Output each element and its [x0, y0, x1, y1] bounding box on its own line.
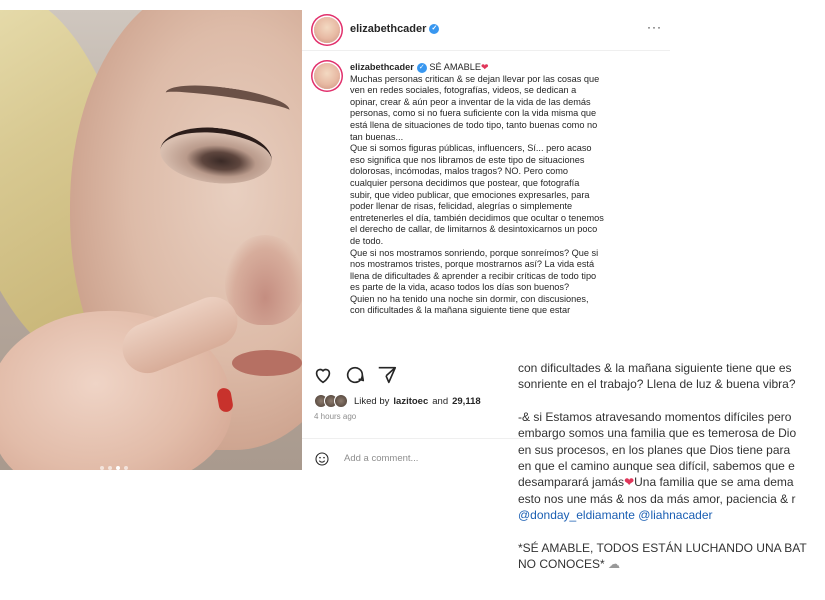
liked-by-prefix: Liked by — [354, 395, 390, 407]
caption-line: con dificultades & la mañana siguiente t… — [350, 305, 571, 316]
header-username[interactable]: elizabethcader ✓ — [350, 23, 440, 35]
caption-line: opinar, crear & aún peor a inventar de l… — [350, 96, 591, 107]
comment-icon[interactable] — [344, 364, 366, 386]
cont-line: embargo somos una familia que es temeros… — [518, 426, 797, 441]
likes-summary[interactable]: Liked by lazitoec and 29,118 — [314, 394, 481, 408]
comment-input[interactable]: Add a comment... — [344, 453, 418, 464]
cont-line: en que el camino aunque sea difícil, sab… — [518, 459, 795, 474]
smile-icon[interactable] — [314, 451, 330, 467]
heart-emoji-icon: ❤ — [624, 475, 635, 490]
caption-line: cualquier persona decidimos que postear,… — [350, 177, 580, 188]
closing-line: NO CONOCES* ☁ — [518, 556, 825, 572]
cont-line: sonriente en el trabajo? Llena de luz & … — [518, 377, 796, 392]
cont-line-heart: desamparará jamás❤Una familia que se ama… — [518, 474, 825, 490]
caption-line: está llena de situaciones de todo tipo, … — [350, 119, 598, 130]
post-photo[interactable] — [0, 10, 302, 470]
caption-line: entretenerles el día, también decidimos … — [350, 212, 604, 223]
closing-text: NO CONOCES* — [518, 557, 605, 572]
action-bar — [312, 364, 398, 386]
carousel-dot[interactable] — [124, 466, 128, 470]
post-caption: elizabethcader ✓ SÉ AMABLE❤ Muchas person… — [350, 62, 658, 352]
caption-username[interactable]: elizabethcader — [350, 62, 414, 72]
caption-line: ven en redes sociales, fotografías, vide… — [350, 85, 577, 96]
caption-body: Muchas personas critican & se dejan llev… — [350, 74, 658, 317]
liked-by-user[interactable]: lazitoec — [393, 396, 428, 407]
caption-line: eso significa que nos libramos de este t… — [350, 154, 585, 165]
caption-continuation: con dificultades & la mañana siguiente t… — [518, 360, 825, 600]
closing-line: *SÉ AMABLE, TODOS ESTÁN LUCHANDO UNA BAT — [518, 540, 807, 555]
nose — [225, 235, 302, 325]
caption-line: personas, como si no fuera suficiente co… — [350, 108, 597, 119]
heart-emoji-icon: ❤ — [480, 62, 489, 72]
caption-fade — [350, 345, 658, 357]
liker-avatar — [334, 394, 348, 408]
verified-icon: ✓ — [429, 24, 440, 35]
post-timestamp[interactable]: 4 hours ago — [314, 412, 356, 421]
carousel-dot-active[interactable] — [116, 466, 120, 470]
heart-icon[interactable] — [312, 364, 334, 386]
caption-line: Muchas personas critican & se dejan llev… — [350, 73, 600, 84]
carousel-dots[interactable] — [100, 466, 128, 470]
avatar[interactable] — [314, 17, 340, 43]
emoji-icon: ☁ — [604, 557, 621, 572]
more-icon[interactable]: ··· — [647, 20, 662, 34]
caption-line: Que si nos mostramos sonriendo, porque s… — [350, 247, 599, 258]
carousel-dot[interactable] — [100, 466, 104, 470]
caption-line: Que si somos figuras públicas, influence… — [350, 143, 592, 154]
caption-line: el derecho de callar, de limitarnos & de… — [350, 224, 598, 235]
header-username-text[interactable]: elizabethcader — [350, 23, 426, 35]
cont-line: en sus procesos, en los planes que Dios … — [518, 442, 791, 457]
carousel-dot[interactable] — [108, 466, 112, 470]
caption-line: dolorosas, incómodas, malos tragos? NO. … — [350, 166, 569, 177]
caption-avatar[interactable] — [314, 63, 340, 89]
caption-line: tan buenas... — [350, 131, 404, 142]
mentions[interactable]: @donday_eldiamante @liahnacader — [518, 507, 825, 523]
likes-count[interactable]: 29,118 — [452, 396, 481, 407]
caption-line: de todo. — [350, 235, 384, 246]
cont-line: -& si Estamos atravesando momentos difíc… — [518, 409, 792, 424]
liker-avatars — [314, 394, 348, 408]
caption-line: es parte de la vida, acaso todos los día… — [350, 282, 570, 293]
caption-line: llena de dificultades & aprender a recib… — [350, 270, 597, 281]
cont-line: Una familia que se ama dema — [634, 475, 794, 490]
caption-line: poder llenar de risas, felicidad, alegrí… — [350, 201, 573, 212]
post-header: elizabethcader ✓ ··· — [302, 10, 670, 51]
caption-title: SÉ AMABLE — [429, 62, 481, 72]
lips — [232, 350, 302, 376]
caption-line: nos mostramos tristes, porque mostrarnos… — [350, 259, 595, 270]
caption-head: elizabethcader ✓ SÉ AMABLE❤ — [350, 62, 658, 74]
cont-line: esto nos une más & nos da más amor, paci… — [518, 491, 796, 506]
caption-line: subir, que video publicar, que emociones… — [350, 189, 590, 200]
verified-icon: ✓ — [416, 62, 427, 73]
cont-line: desamparará jamás — [518, 475, 625, 490]
cont-line: con dificultades & la mañana siguiente t… — [518, 361, 792, 375]
caption-line: Quien no ha tenido una noche sin dormir,… — [350, 293, 589, 304]
share-icon[interactable] — [376, 364, 398, 386]
liked-by-and: and — [432, 395, 449, 407]
